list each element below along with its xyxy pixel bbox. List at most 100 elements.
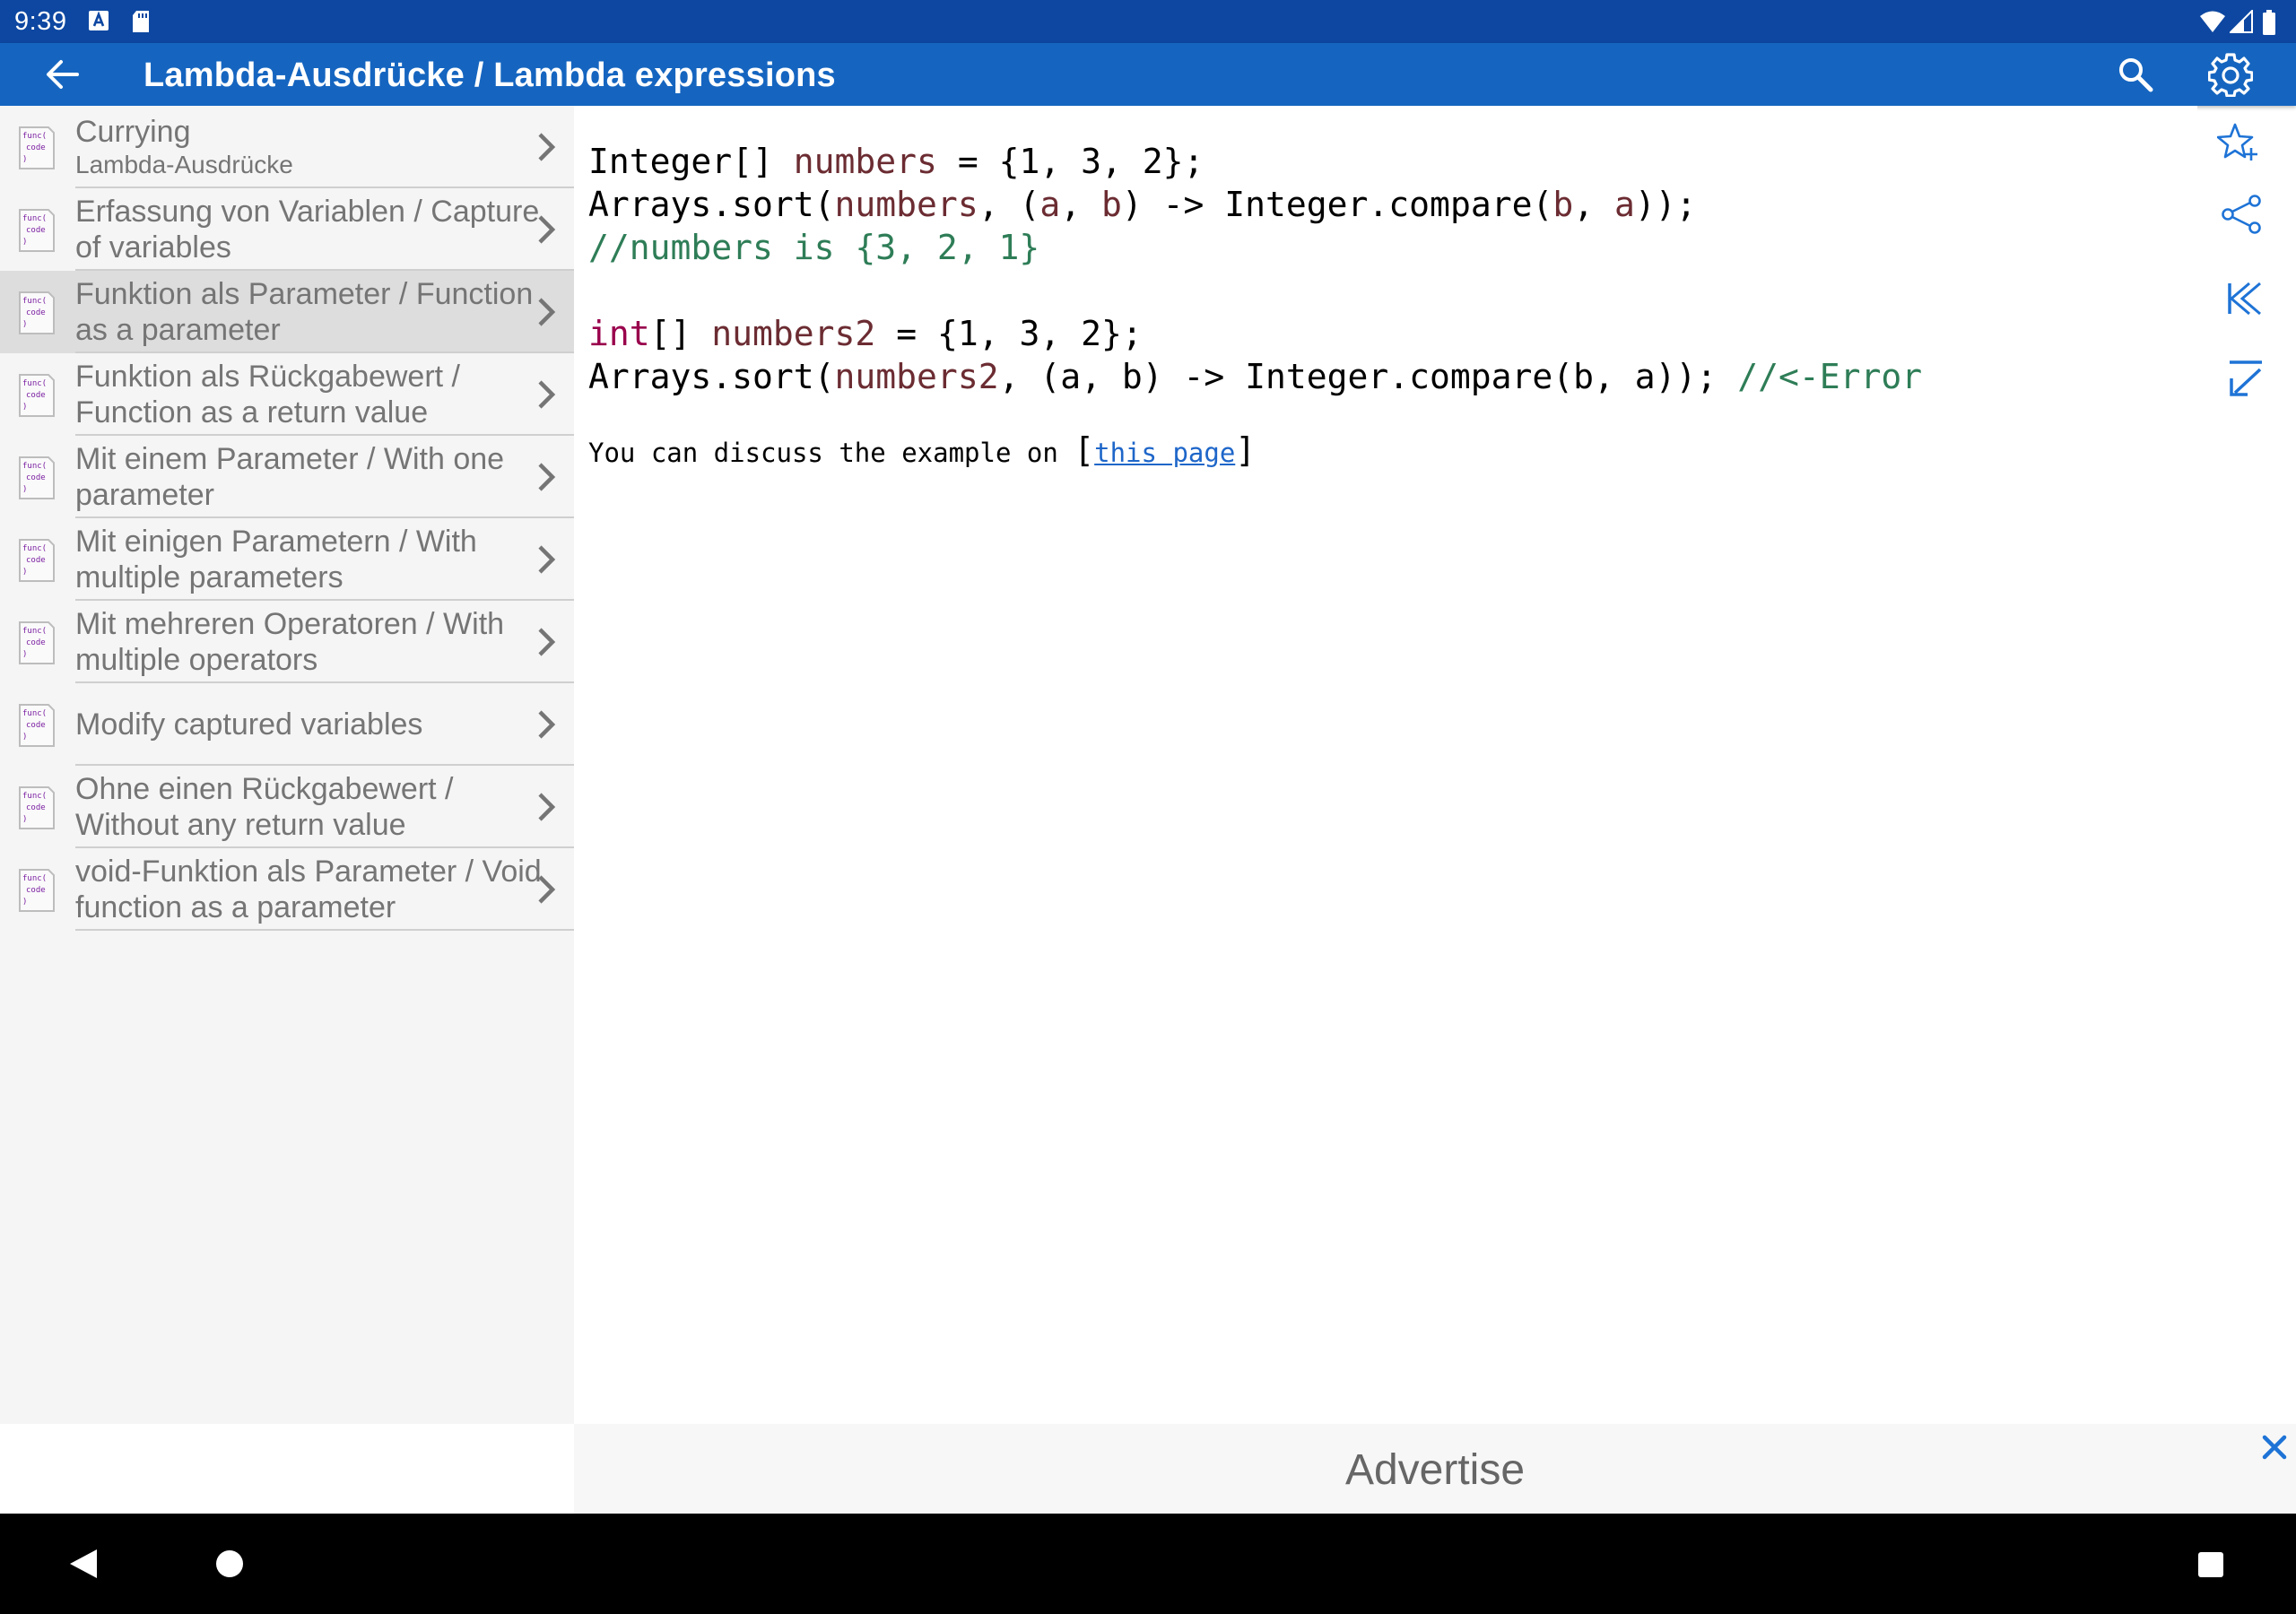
svg-text:func(: func(	[22, 297, 47, 306]
nav-recents-icon[interactable]	[2197, 1551, 2224, 1578]
chevron-right-icon	[538, 710, 556, 739]
svg-text:code: code	[26, 473, 46, 482]
bracket-close: ]	[1235, 430, 1257, 470]
skip-first-icon[interactable]	[2224, 278, 2266, 319]
svg-text:code: code	[26, 886, 46, 895]
svg-text:): )	[22, 238, 27, 247]
svg-text:code: code	[26, 308, 46, 317]
list-item-label: Ohne einen Rückgabewert / Without any re…	[75, 772, 454, 842]
example-content: Integer[] numbers = {1, 3, 2}; Arrays.so…	[574, 106, 2197, 1424]
chevron-right-icon	[538, 875, 556, 904]
code-file-icon: func( code )	[19, 209, 55, 252]
list-item-label: Funktion als Parameter / Function as a p…	[75, 277, 534, 347]
code-variable: numbers2	[711, 314, 876, 353]
code-variable: numbers	[793, 142, 937, 181]
code-keyword: int	[588, 314, 650, 353]
svg-text:): )	[22, 485, 27, 494]
code-block: Integer[] numbers = {1, 3, 2}; Arrays.so…	[588, 140, 1922, 398]
list-item[interactable]: func( code ) Erfassung von Variablen / C…	[0, 188, 574, 271]
nav-back-icon[interactable]	[68, 1548, 99, 1580]
share-icon[interactable]	[2221, 194, 2262, 235]
svg-text:): )	[22, 815, 27, 824]
discuss-prefix: You can discuss the example on	[588, 438, 1074, 468]
code-file-icon: func( code )	[19, 786, 55, 829]
keyboard-a-icon	[89, 11, 109, 30]
list-item[interactable]: func( code ) Modify captured variables	[0, 683, 574, 766]
wifi-icon	[2200, 11, 2225, 32]
code-token: Integer[]	[588, 142, 794, 181]
list-item[interactable]: func( code ) Mit einem Parameter / With …	[0, 436, 574, 518]
list-item-selected[interactable]: func( code ) Funktion als Parameter / Fu…	[0, 271, 574, 353]
nav-home-icon[interactable]	[215, 1549, 244, 1578]
svg-text:func(: func(	[22, 379, 47, 388]
code-file-icon: func( code )	[19, 126, 55, 169]
list-item-label: Mit einem Parameter / With one parameter	[75, 442, 505, 512]
discuss-link[interactable]: this page	[1094, 438, 1235, 468]
chevron-right-icon	[538, 298, 556, 326]
list-item[interactable]: func( code ) Mit einigen Parametern / Wi…	[0, 518, 574, 601]
battery-icon	[2263, 10, 2275, 35]
list-item-label: Erfassung von Variablen / Capture of var…	[75, 195, 540, 265]
svg-text:): )	[22, 403, 27, 412]
list-item[interactable]: func( code ) Ohne einen Rückgabewert / W…	[0, 766, 574, 848]
sd-card-icon	[133, 11, 149, 32]
svg-text:): )	[22, 650, 27, 659]
svg-text:code: code	[26, 638, 46, 647]
chevron-right-icon	[538, 380, 556, 409]
list-item-label: Mit einigen Parametern / With multiple p…	[75, 525, 477, 594]
code-token: = {1, 3, 2};	[875, 314, 1143, 353]
svg-text:code: code	[26, 143, 46, 152]
code-file-icon: func( code )	[19, 456, 55, 499]
svg-text:func(: func(	[22, 627, 47, 636]
svg-text:code: code	[26, 803, 46, 812]
code-variable: numbers	[834, 185, 978, 224]
ad-banner[interactable]: Advertise	[574, 1424, 2296, 1514]
arrow-down-left-icon[interactable]	[2226, 359, 2267, 400]
code-token: ,	[1060, 185, 1101, 224]
bracket-open: [	[1074, 430, 1095, 470]
code-token: []	[649, 314, 712, 353]
svg-text:func(: func(	[22, 214, 47, 223]
list-item[interactable]: func( code ) void-Funktion als Parameter…	[0, 848, 574, 931]
svg-text:): )	[22, 320, 27, 329]
page-title: Lambda-Ausdrücke / Lambda expressions	[144, 56, 836, 94]
code-token: ));	[1634, 185, 1697, 224]
code-token: = {1, 3, 2};	[936, 142, 1205, 181]
code-variable: numbers2	[834, 357, 999, 396]
list-item[interactable]: func( code ) Currying Lambda-Ausdrücke	[0, 106, 574, 188]
list-item-sublabel: Lambda-Ausdrücke	[75, 151, 293, 178]
chevron-right-icon	[538, 545, 556, 574]
code-comment: //numbers is {3, 2, 1}	[588, 228, 1040, 267]
code-token: ,	[1573, 185, 1614, 224]
svg-text:func(: func(	[22, 709, 47, 718]
svg-text:code: code	[26, 391, 46, 400]
code-variable: a	[1613, 185, 1635, 224]
list-item[interactable]: func( code ) Funktion als Rückgabewert /…	[0, 353, 574, 436]
code-token: Arrays.sort(	[588, 357, 835, 396]
gear-icon[interactable]	[2208, 52, 2253, 97]
cell-signal-icon	[2230, 10, 2253, 33]
discuss-text: You can discuss the example on [this pag…	[588, 430, 1256, 470]
code-variable: b	[1101, 185, 1122, 224]
chevron-right-icon	[538, 133, 556, 161]
list-item[interactable]: func( code ) Mit mehreren Operatoren / W…	[0, 601, 574, 683]
code-file-icon: func( code )	[19, 539, 55, 582]
app-bar: Lambda-Ausdrücke / Lambda expressions	[0, 43, 2296, 106]
svg-text:func(: func(	[22, 792, 47, 801]
code-variable: a	[1039, 185, 1061, 224]
code-variable: b	[1552, 185, 1574, 224]
code-file-icon: func( code )	[19, 869, 55, 912]
star-add-icon[interactable]	[2217, 121, 2258, 162]
code-file-icon: func( code )	[19, 621, 55, 664]
list-item-label: Currying	[75, 115, 191, 149]
search-icon[interactable]	[2117, 56, 2154, 93]
code-file-icon: func( code )	[19, 374, 55, 417]
chevron-right-icon	[538, 793, 556, 821]
svg-text:): )	[22, 568, 27, 577]
svg-text:code: code	[26, 226, 46, 235]
list-item-label: Funktion als Rückgabewert / Function as …	[75, 360, 460, 430]
code-token: , (a, b) -> Integer.compare(b, a));	[998, 357, 1738, 396]
arrow-back-icon[interactable]	[45, 58, 81, 91]
close-icon[interactable]	[2260, 1433, 2289, 1462]
code-token: Arrays.sort(	[588, 185, 835, 224]
